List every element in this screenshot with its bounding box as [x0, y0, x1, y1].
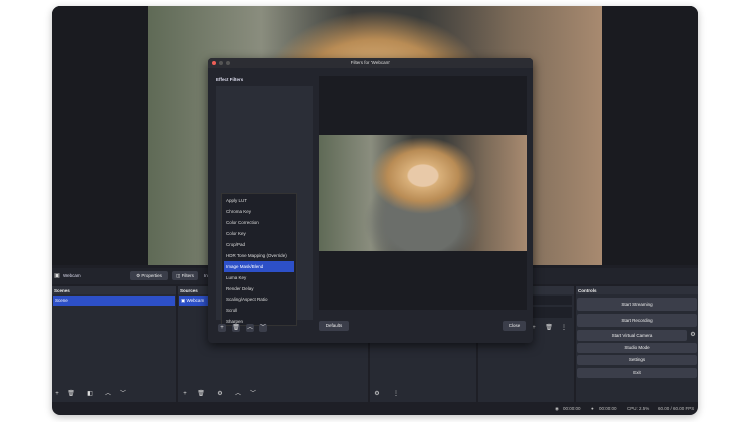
- stream-time: 00:00:00: [563, 406, 581, 411]
- menu-item-image-mask-blend[interactable]: Image Mask/Blend: [224, 261, 294, 272]
- dialog-titlebar: Filters for 'Webcam': [208, 58, 533, 68]
- menu-item-color-key[interactable]: Color Key: [222, 228, 296, 239]
- menu-item-crop-pad[interactable]: Crop/Pad: [222, 239, 296, 250]
- mixer-menu-icon[interactable]: ⋮: [392, 390, 400, 398]
- stream-icon: ◉: [555, 406, 559, 411]
- virtual-camera-settings-icon[interactable]: ⚙: [689, 331, 697, 339]
- filter-preview-image: [319, 135, 527, 251]
- scenes-title: Scenes: [52, 286, 176, 294]
- close-button[interactable]: Close: [503, 321, 526, 331]
- filters-dialog: Filters for 'Webcam' Effect Filters Appl…: [208, 58, 533, 343]
- exit-button[interactable]: Exit: [577, 368, 697, 378]
- remove-source-icon[interactable]: 🗑: [197, 390, 205, 398]
- effect-filters-label: Effect Filters: [216, 77, 244, 82]
- remove-filter-icon[interactable]: 🗑: [232, 324, 240, 332]
- start-virtual-camera-button[interactable]: Start Virtual Camera: [577, 330, 687, 341]
- controls-title: Controls: [576, 286, 698, 294]
- menu-item-scaling-aspect-ratio[interactable]: Scaling/Aspect Ratio: [222, 294, 296, 305]
- fps-readout: 60.00 / 60.00 FPS: [658, 406, 695, 411]
- menu-item-color-correction[interactable]: Color Correction: [222, 217, 296, 228]
- source-item-label: Webcam: [186, 298, 205, 303]
- source-settings-icon[interactable]: ⚙: [216, 390, 224, 398]
- remove-scene-icon[interactable]: 🗑: [67, 390, 75, 398]
- add-scene-icon[interactable]: +: [53, 390, 61, 398]
- properties-label: Properties: [141, 273, 162, 278]
- add-filter-menu: Apply LUT Chroma Key Color Correction Co…: [221, 193, 297, 326]
- move-down-icon[interactable]: ﹀: [119, 390, 127, 398]
- add-filter-icon[interactable]: +: [218, 324, 226, 332]
- selected-source-label: Webcam: [63, 273, 81, 278]
- record-icon: ●: [591, 406, 594, 411]
- properties-button[interactable]: ⚙ Properties: [130, 271, 168, 280]
- scene-item[interactable]: Scene: [53, 296, 175, 306]
- source-down-icon[interactable]: ﹀: [249, 390, 257, 398]
- mixer-settings-icon[interactable]: ⚙: [373, 390, 381, 398]
- menu-item-luma-key[interactable]: Luma Key: [222, 272, 296, 283]
- filters-label: Filters: [181, 273, 194, 278]
- menu-item-render-delay[interactable]: Render Delay: [222, 283, 296, 294]
- start-streaming-button[interactable]: Start Streaming: [577, 298, 697, 311]
- menu-item-apply-lut[interactable]: Apply LUT: [222, 195, 296, 206]
- filter-preview: [319, 76, 527, 310]
- filter-up-icon[interactable]: ︿: [246, 324, 254, 332]
- transition-menu-icon[interactable]: ⋮: [560, 324, 568, 332]
- menu-item-scroll[interactable]: Scroll: [222, 305, 296, 316]
- studio-mode-button[interactable]: Studio Mode: [577, 343, 697, 353]
- settings-button[interactable]: Settings: [577, 355, 697, 365]
- cpu-usage: CPU: 2.5%: [627, 406, 650, 411]
- scene-filter-icon[interactable]: ◧: [86, 390, 94, 398]
- filter-down-icon[interactable]: ﹀: [259, 324, 267, 332]
- scenes-dock: Scenes Scene + 🗑 ◧ ︿ ﹀: [52, 286, 176, 402]
- start-recording-button[interactable]: Start Recording: [577, 314, 697, 327]
- remove-transition-icon[interactable]: 🗑: [545, 324, 553, 332]
- defaults-button[interactable]: Defaults: [319, 321, 349, 331]
- menu-item-hdr-tone-mapping[interactable]: HDR Tone Mapping (Override): [222, 250, 296, 261]
- add-source-icon[interactable]: +: [181, 390, 189, 398]
- move-up-icon[interactable]: ︿: [104, 390, 112, 398]
- source-up-icon[interactable]: ︿: [234, 390, 242, 398]
- record-time: 00:00:00: [599, 406, 617, 411]
- camera-icon: ▣: [54, 273, 60, 279]
- filters-button[interactable]: ◫ Filters: [172, 271, 198, 280]
- menu-item-chroma-key[interactable]: Chroma Key: [222, 206, 296, 217]
- dialog-title: Filters for 'Webcam': [350, 60, 391, 65]
